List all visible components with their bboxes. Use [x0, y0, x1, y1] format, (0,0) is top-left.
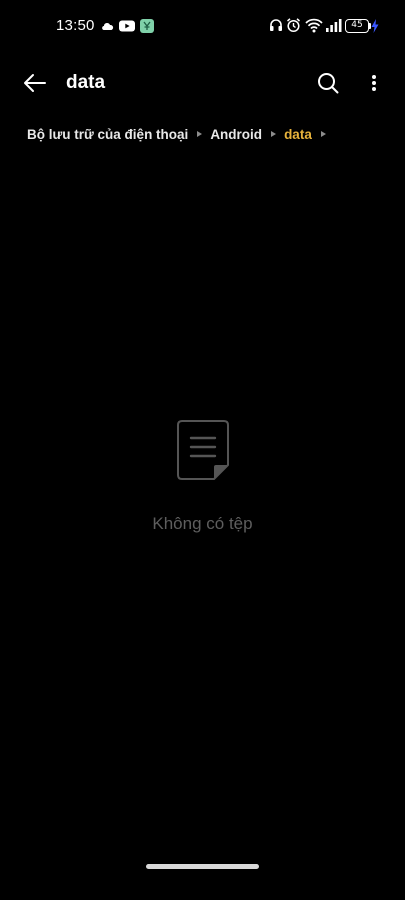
wifi-icon [305, 17, 323, 38]
status-bar: 13:50 45 [0, 0, 405, 54]
breadcrumb-separator-icon [197, 131, 203, 137]
charging-icon [371, 19, 379, 38]
more-vertical-icon [372, 75, 376, 91]
breadcrumb-separator-icon [320, 131, 326, 137]
back-button[interactable] [20, 68, 50, 98]
status-time: 13:50 [56, 17, 95, 34]
app-icon [140, 19, 154, 38]
search-button[interactable] [313, 68, 343, 98]
headphones-icon [269, 17, 283, 38]
breadcrumb-separator-icon [271, 131, 277, 137]
arrow-left-icon [24, 74, 46, 92]
youtube-icon [119, 19, 135, 38]
breadcrumb: Bộ lưu trữ của điện thoại Android data [27, 124, 334, 144]
breadcrumb-item-data[interactable]: data [284, 127, 312, 142]
gesture-navigation-bar[interactable] [146, 864, 259, 869]
more-options-button[interactable] [362, 68, 386, 98]
weather-cloud-icon [101, 19, 115, 38]
battery-icon: 45 [345, 19, 369, 33]
breadcrumb-item-phone-storage[interactable]: Bộ lưu trữ của điện thoại [27, 127, 188, 142]
alarm-icon [286, 17, 301, 38]
search-icon [318, 73, 339, 94]
breadcrumb-item-android[interactable]: Android [210, 127, 262, 142]
empty-state-message: Không có tệp [152, 514, 253, 533]
signal-icon [326, 17, 342, 38]
battery-level: 45 [351, 20, 363, 30]
page-title: data [66, 72, 106, 93]
document-icon [176, 419, 230, 481]
